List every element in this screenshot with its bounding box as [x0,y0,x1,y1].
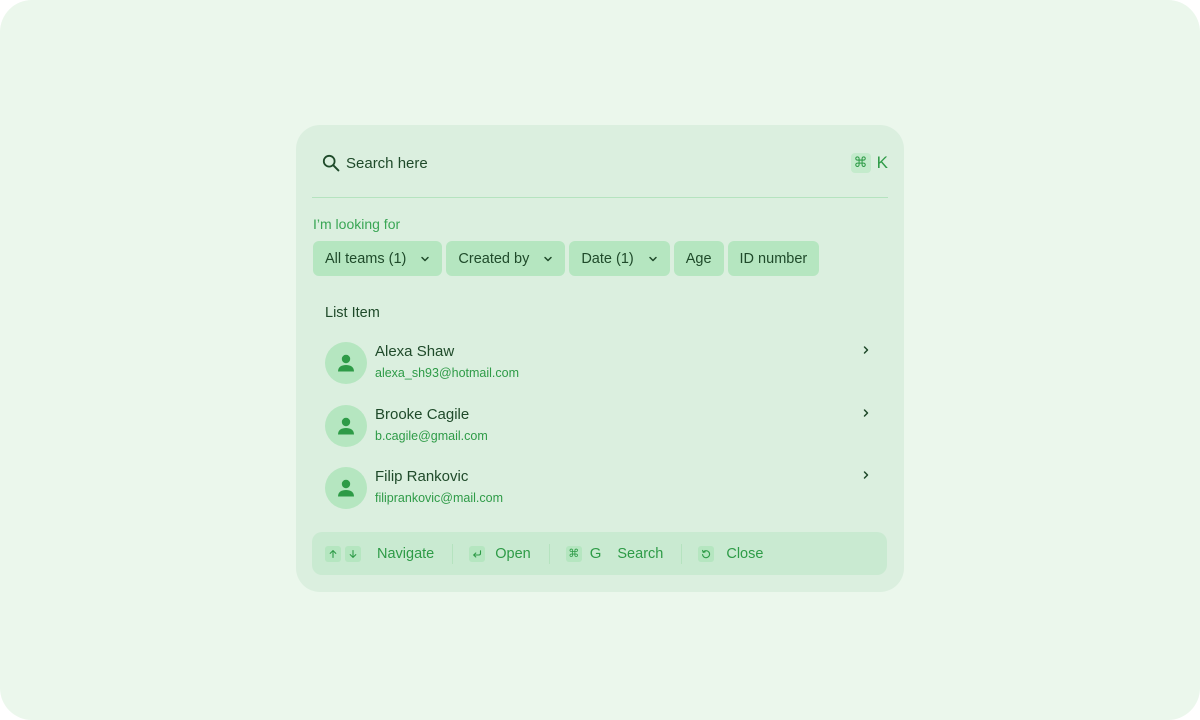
avatar [325,342,367,384]
chevron-down-icon [544,256,553,261]
chip-label: ID number [739,250,808,267]
list-item[interactable]: Alexa Shaw alexa_sh93@hotmail.com [325,342,875,405]
chip-label: All teams (1) [325,250,407,267]
command-palette: ⌘ K I’m looking for All teams (1) Create… [296,125,904,592]
filter-chip-all-teams[interactable]: All teams (1) [313,241,443,276]
command-key-icon: ⌘ [565,545,582,562]
shortcut-footer: Navigate Open ⌘ G Search Close [312,532,887,575]
user-name: Alexa Shaw [375,343,455,360]
user-icon [338,417,354,434]
app-background: ⌘ K I’m looking for All teams (1) Create… [0,0,1200,720]
chevron-right-icon [863,346,869,354]
filter-chip-id-number[interactable]: ID number [727,241,820,276]
filter-chip-date[interactable]: Date (1) [569,241,670,276]
user-name: Filip Rankovic [375,468,469,485]
list-item[interactable]: Filip Rankovic filiprankovic@mail.com [325,467,875,530]
footer-open[interactable]: Open [469,532,531,575]
filters-label: I’m looking for [313,216,401,232]
footer-close[interactable]: Close [698,532,763,575]
avatar [325,404,367,447]
arrow-up-icon [325,545,341,562]
search-bar: ⌘ K [312,125,888,198]
chevron-right-icon [863,408,869,417]
filter-chip-age[interactable]: Age [673,241,724,276]
user-icon [338,479,354,497]
command-key-icon: ⌘ [850,153,871,173]
user-email: b.cagile@gmail.com [375,428,488,443]
chip-label: Date (1) [581,250,634,267]
search-shortcut: ⌘ K [850,153,888,173]
enter-icon [469,545,486,562]
search-input[interactable] [346,151,826,175]
footer-label: Search [617,545,664,562]
arrow-down-icon [345,545,361,562]
footer-label: Open [495,545,531,562]
chip-label: Age [685,250,712,267]
shortcut-key: K [876,153,888,172]
filter-chip-created-by[interactable]: Created by [446,241,566,276]
footer-search[interactable]: ⌘ G Search [565,532,664,575]
results-list: Alexa Shaw alexa_sh93@hotmail.com Brooke… [325,342,875,530]
footer-label: Close [726,545,764,562]
user-icon [338,354,354,372]
footer-divider [452,543,454,564]
chevron-right-icon [863,471,869,479]
footer-navigate[interactable]: Navigate [325,532,434,575]
footer-label: Navigate [377,545,435,562]
search-icon [322,154,340,172]
avatar [325,467,367,509]
list-title: List Item [325,305,380,321]
chip-label: Created by [458,250,530,267]
user-name: Brooke Cagile [375,405,470,423]
footer-divider [548,543,550,564]
user-email: alexa_sh93@hotmail.com [375,366,520,380]
list-item[interactable]: Brooke Cagile b.cagile@gmail.com [325,404,875,468]
chevron-down-icon [421,256,430,261]
shortcut-key: G [589,545,602,562]
user-email: filiprankovic@mail.com [375,491,503,505]
reset-icon [698,545,715,562]
chevron-down-icon [648,256,657,261]
filter-chips: All teams (1) Created by Date (1) Age ID… [313,241,820,276]
footer-divider [681,543,683,564]
